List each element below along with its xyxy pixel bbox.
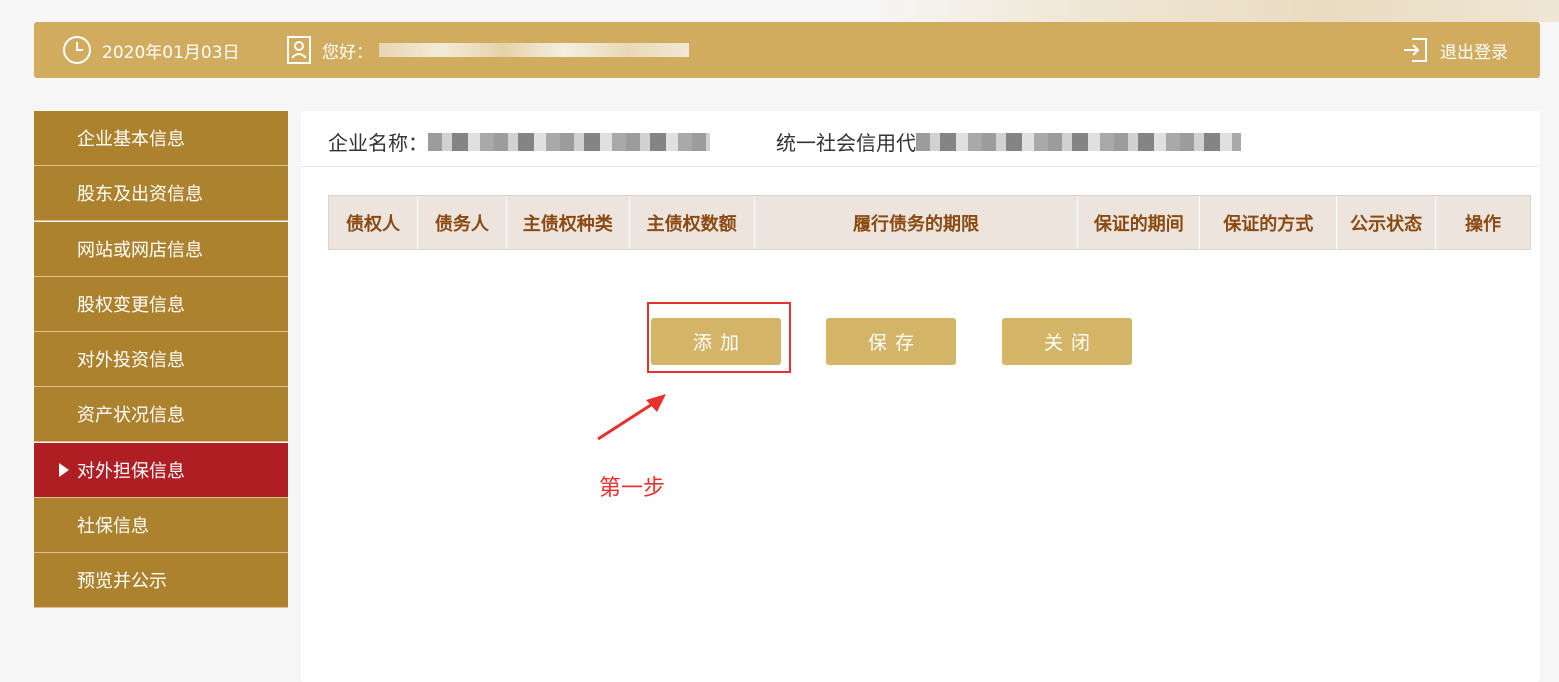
credit-code-label: 统一社会信用代	[776, 131, 916, 155]
company-name: 企业名称：	[328, 127, 710, 156]
sidebar-item-guarantee[interactable]: 对外担保信息	[34, 442, 288, 498]
sidebar-item-preview-publish[interactable]: 预览并公示	[34, 553, 288, 609]
date-text: 2020年01月03日	[102, 42, 240, 63]
table-header-cell: 保证的期间	[1078, 196, 1201, 249]
credit-code: 统一社会信用代	[776, 127, 1241, 156]
company-name-label: 企业名称：	[328, 131, 428, 155]
top-decor-strip	[0, 0, 1559, 22]
redacted-username	[379, 43, 689, 57]
logout-button[interactable]: 退出登录	[1402, 22, 1508, 78]
sidebar-item-label: 社保信息	[77, 516, 149, 538]
table-header-cell: 操作	[1465, 213, 1502, 235]
sidebar-item-label: 对外投资信息	[77, 350, 185, 372]
clock-icon	[62, 35, 92, 65]
company-info-row: 企业名称： 统一社会信用代	[301, 111, 1540, 167]
user-card-icon	[286, 35, 312, 65]
sidebar-item-label: 企业基本信息	[77, 129, 185, 150]
main-panel: 企业名称： 统一社会信用代 债权人 债务人 主债权种类 主债权数额 履行债务的期…	[301, 111, 1540, 682]
save-button[interactable]: 保存	[826, 318, 956, 365]
page: 2020年01月03日 您好： 退出登录 企业基本信息 股东及出资信息 网站或网…	[0, 0, 1559, 682]
sidebar-item-shareholders[interactable]: 股东及出资信息	[34, 166, 288, 222]
sidebar-item-investment[interactable]: 对外投资信息	[34, 332, 288, 388]
header-date: 2020年01月03日	[62, 22, 240, 78]
redacted-credit-code	[916, 132, 1241, 151]
table-header-cell: 主债权数额	[630, 196, 755, 249]
add-button[interactable]: 添加	[651, 318, 781, 365]
sidebar-item-label: 预览并公示	[77, 571, 167, 593]
header-user: 您好：	[286, 22, 689, 78]
table-header-cell: 债务人	[418, 196, 507, 249]
logout-label: 退出登录	[1440, 42, 1508, 63]
annotation-arrow-icon	[597, 394, 666, 441]
table-header-cell: 履行债务的期限	[755, 196, 1079, 249]
table-header-cell: 主债权种类	[507, 196, 630, 249]
logout-icon	[1402, 36, 1430, 64]
sidebar-nav: 企业基本信息 股东及出资信息 网站或网店信息 股权变更信息 对外投资信息 资产状…	[34, 111, 288, 609]
sidebar-item-label: 对外担保信息	[77, 460, 185, 482]
active-arrow-icon	[59, 462, 69, 477]
table-header-cell: 保证的方式	[1200, 196, 1338, 249]
sidebar-item-social-security[interactable]: 社保信息	[34, 498, 288, 554]
greeting-text: 您好：	[322, 42, 373, 63]
sidebar-item-websites[interactable]: 网站或网店信息	[34, 221, 288, 277]
sidebar-item-basic-info[interactable]: 企业基本信息	[34, 111, 288, 166]
sidebar-item-label: 股东及出资信息	[77, 184, 203, 206]
sidebar-item-label: 股权变更信息	[77, 294, 185, 316]
table-header-cell: 债权人	[329, 196, 418, 249]
header-bar: 2020年01月03日 您好： 退出登录	[34, 22, 1540, 78]
table-header-cell: 公示状态	[1337, 196, 1437, 249]
sidebar-item-label: 网站或网店信息	[77, 239, 203, 261]
sidebar-item-assets[interactable]: 资产状况信息	[34, 387, 288, 443]
sidebar-item-label: 资产状况信息	[77, 405, 185, 427]
close-button[interactable]: 关闭	[1002, 318, 1132, 365]
annotation-step-label: 第一步	[599, 476, 666, 501]
sidebar-item-equity-change[interactable]: 股权变更信息	[34, 276, 288, 332]
redacted-company-name	[428, 132, 710, 151]
guarantee-table-header: 债权人 债务人 主债权种类 主债权数额 履行债务的期限 保证的期间 保证的方式 …	[328, 195, 1531, 250]
